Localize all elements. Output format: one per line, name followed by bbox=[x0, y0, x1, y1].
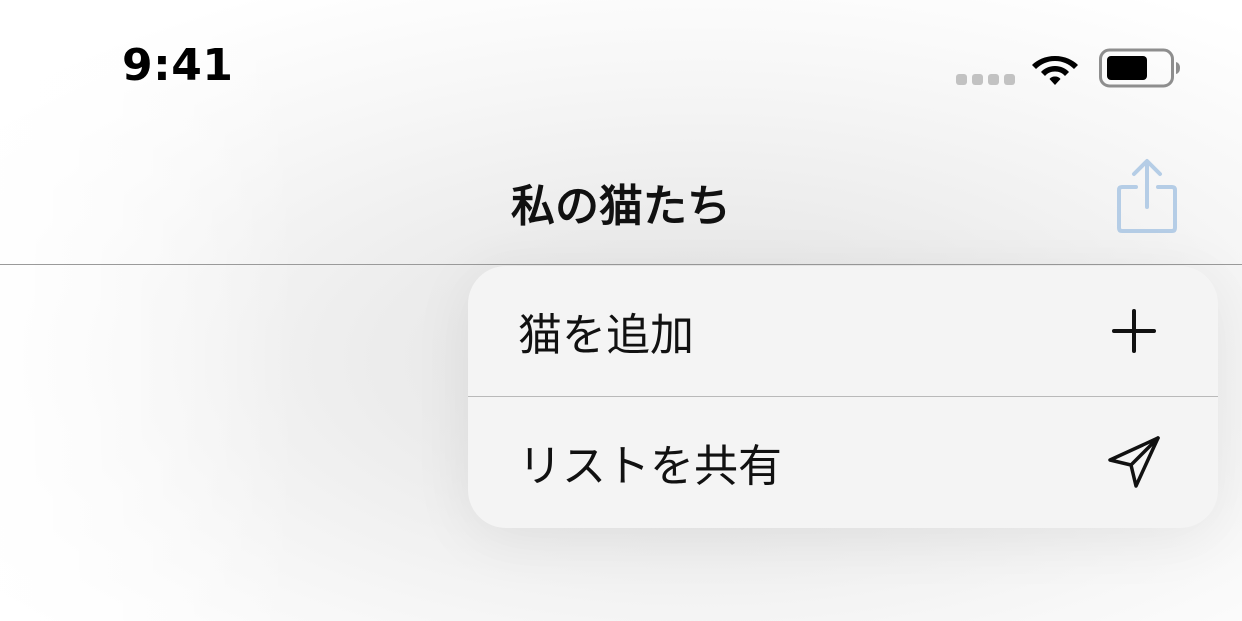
menu-item-label: 猫を追加 bbox=[518, 310, 694, 361]
menu-item-share-list[interactable]: リストを共有 bbox=[468, 396, 1218, 527]
status-bar: 9:41 bbox=[0, 0, 1242, 135]
context-menu: 猫を追加 リストを共有 bbox=[468, 266, 1218, 528]
navigation-bar: 私の猫たち bbox=[0, 135, 1242, 265]
paper-plane-icon bbox=[1108, 436, 1160, 488]
menu-item-add-cat[interactable]: 猫を追加 bbox=[468, 266, 1218, 396]
battery-icon bbox=[1099, 48, 1180, 88]
share-icon[interactable] bbox=[1114, 157, 1180, 235]
menu-item-label: リストを共有 bbox=[518, 441, 782, 492]
plus-icon bbox=[1112, 309, 1156, 353]
status-time: 9:41 bbox=[122, 40, 234, 91]
page-title: 私の猫たち bbox=[511, 181, 731, 232]
wifi-icon bbox=[1032, 56, 1078, 85]
cellular-signal-icon bbox=[956, 74, 1015, 85]
